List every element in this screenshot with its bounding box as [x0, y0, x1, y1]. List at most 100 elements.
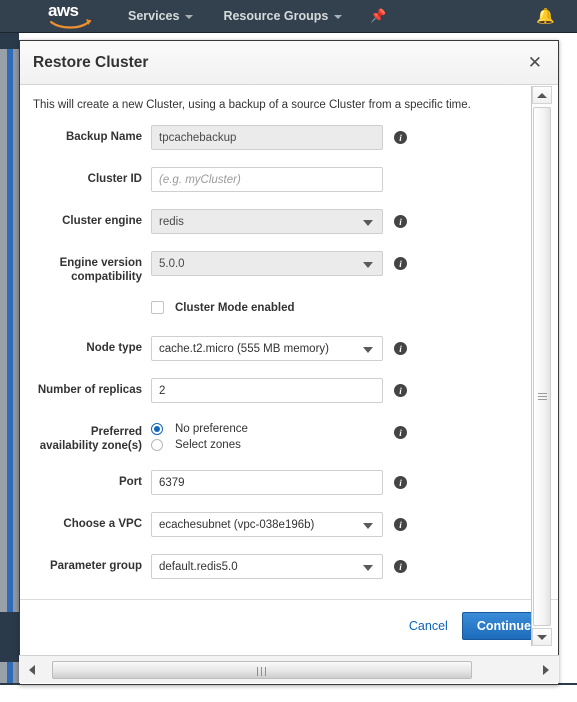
aws-smile-icon [50, 19, 92, 29]
page-left-edge [0, 33, 19, 702]
dialog-footer: Cancel Continue [20, 599, 558, 652]
chevron-down-icon [363, 564, 373, 571]
page-title: Restore Cluster [33, 53, 149, 71]
backup-name-label: Backup Name [65, 131, 142, 143]
cluster-mode-control[interactable]: Cluster Mode enabled [151, 301, 383, 314]
node-type-label: Node type [86, 342, 142, 354]
page-footer-strip [0, 683, 577, 702]
parameter-group-select[interactable]: default.redis5.0 [151, 554, 383, 579]
chevron-down-icon [363, 261, 373, 268]
field-row-cluster-mode: Cluster Mode enabled [20, 301, 558, 314]
field-row-availability-zones: Preferred availability zone(s) No prefer… [20, 420, 558, 453]
scroll-up-button[interactable] [532, 86, 552, 104]
chevron-down-icon [185, 15, 194, 19]
horizontal-scrollbar[interactable] [19, 655, 559, 683]
scrollbar-grip-icon [538, 393, 547, 401]
availability-zones-control: No preference Select zones [151, 420, 383, 451]
chevron-down-icon [334, 15, 343, 19]
info-icon[interactable]: i [394, 342, 407, 355]
port-control [151, 470, 383, 495]
node-type-value: cache.t2.micro (555 MB memory) [159, 342, 329, 355]
engine-version-label: Engine version compatibility [20, 251, 151, 284]
engine-version-label-line1: Engine version [59, 257, 142, 269]
no-preference-radio[interactable] [151, 423, 163, 435]
radio-option-no-preference[interactable]: No preference [151, 423, 383, 435]
node-type-select[interactable]: cache.t2.micro (555 MB memory) [151, 336, 383, 361]
info-icon[interactable]: i [394, 560, 407, 573]
chevron-down-icon [363, 522, 373, 529]
port-label: Port [119, 476, 142, 488]
restore-cluster-dialog: Restore Cluster ✕ This will create a new… [19, 40, 559, 685]
field-row-node-type: Node type cache.t2.micro (555 MB memory)… [20, 336, 558, 361]
engine-version-control: 5.0.0 [151, 251, 383, 276]
select-zones-radio[interactable] [151, 439, 163, 451]
aws-logo[interactable]: aws [48, 2, 98, 30]
info-icon[interactable]: i [394, 476, 407, 489]
cluster-engine-value: redis [159, 215, 184, 228]
availability-zones-label-line2: availability zone(s) [39, 440, 142, 452]
backup-name-input [151, 125, 383, 150]
nav-services[interactable]: Services [128, 9, 194, 23]
cluster-engine-control: redis [151, 209, 383, 234]
cluster-id-input[interactable] [151, 167, 383, 192]
info-icon[interactable]: i [394, 131, 407, 144]
triangle-down-icon [537, 634, 547, 640]
cluster-mode-checkbox[interactable] [151, 301, 164, 314]
info-icon[interactable]: i [394, 384, 407, 397]
cluster-mode-label: Cluster Mode enabled [175, 301, 295, 314]
dialog-intro-text: This will create a new Cluster, using a … [33, 99, 471, 111]
info-icon[interactable]: i [394, 426, 407, 439]
vpc-control: ecachesubnet (vpc-038e196b) [151, 512, 383, 537]
nav-resource-groups-label: Resource Groups [223, 9, 329, 23]
field-row-cluster-engine: Cluster engine redis i [20, 209, 558, 234]
engine-version-value: 5.0.0 [159, 257, 185, 270]
scrollbar-grip-icon [257, 666, 267, 676]
scroll-down-button[interactable] [532, 628, 552, 646]
radio-option-select-zones[interactable]: Select zones [151, 439, 383, 451]
engine-version-label-line2: compatibility [71, 271, 142, 283]
info-icon[interactable]: i [394, 215, 407, 228]
parameter-group-label: Parameter group [49, 560, 142, 572]
replicas-control [151, 378, 383, 403]
horizontal-scrollbar-track[interactable] [45, 660, 533, 680]
parameter-group-control: default.redis5.0 [151, 554, 383, 579]
nav-services-label: Services [128, 9, 180, 23]
port-input[interactable] [151, 470, 383, 495]
close-icon[interactable]: ✕ [528, 54, 542, 71]
vpc-value: ecachesubnet (vpc-038e196b) [159, 518, 315, 531]
aws-logo-text: aws [48, 1, 79, 20]
scroll-right-button[interactable] [533, 657, 559, 683]
vertical-scrollbar-thumb[interactable] [533, 107, 551, 626]
info-icon[interactable]: i [394, 518, 407, 531]
cluster-engine-label: Cluster engine [62, 215, 142, 227]
dialog-body: This will create a new Cluster, using a … [20, 85, 558, 652]
aws-top-navigation: aws Services Resource Groups 📌 🔔 [0, 0, 577, 33]
cluster-engine-select: redis [151, 209, 383, 234]
dialog-header: Restore Cluster ✕ [20, 41, 558, 85]
field-row-parameter-group: Parameter group default.redis5.0 i [20, 554, 558, 579]
triangle-right-icon [543, 664, 549, 675]
replicas-input[interactable] [151, 378, 383, 403]
nav-resource-groups[interactable]: Resource Groups [223, 9, 343, 23]
no-preference-label: No preference [175, 423, 248, 435]
replicas-label: Number of replicas [37, 384, 142, 396]
pin-icon[interactable]: 📌 [370, 8, 386, 24]
vpc-label: Choose a VPC [63, 518, 142, 530]
cluster-mode-spacer [20, 301, 151, 306]
bell-icon[interactable]: 🔔 [536, 7, 555, 25]
node-type-control: cache.t2.micro (555 MB memory) [151, 336, 383, 361]
horizontal-scrollbar-thumb[interactable] [52, 660, 472, 679]
field-row-engine-version: Engine version compatibility 5.0.0 i [20, 251, 558, 284]
triangle-up-icon [537, 92, 547, 98]
page-left-edge-top-cap [0, 33, 19, 49]
vpc-select[interactable]: ecachesubnet (vpc-038e196b) [151, 512, 383, 537]
scroll-left-button[interactable] [19, 657, 45, 683]
vertical-scrollbar[interactable] [531, 86, 552, 646]
field-row-cluster-id: Cluster ID [20, 167, 558, 192]
page-left-edge-bottom-cap [0, 612, 19, 662]
cancel-button[interactable]: Cancel [409, 619, 448, 633]
availability-zones-label-line1: Preferred [90, 426, 142, 438]
field-row-backup-name: Backup Name i [20, 125, 558, 150]
availability-zones-label: Preferred availability zone(s) [20, 420, 151, 453]
info-icon[interactable]: i [394, 257, 407, 270]
